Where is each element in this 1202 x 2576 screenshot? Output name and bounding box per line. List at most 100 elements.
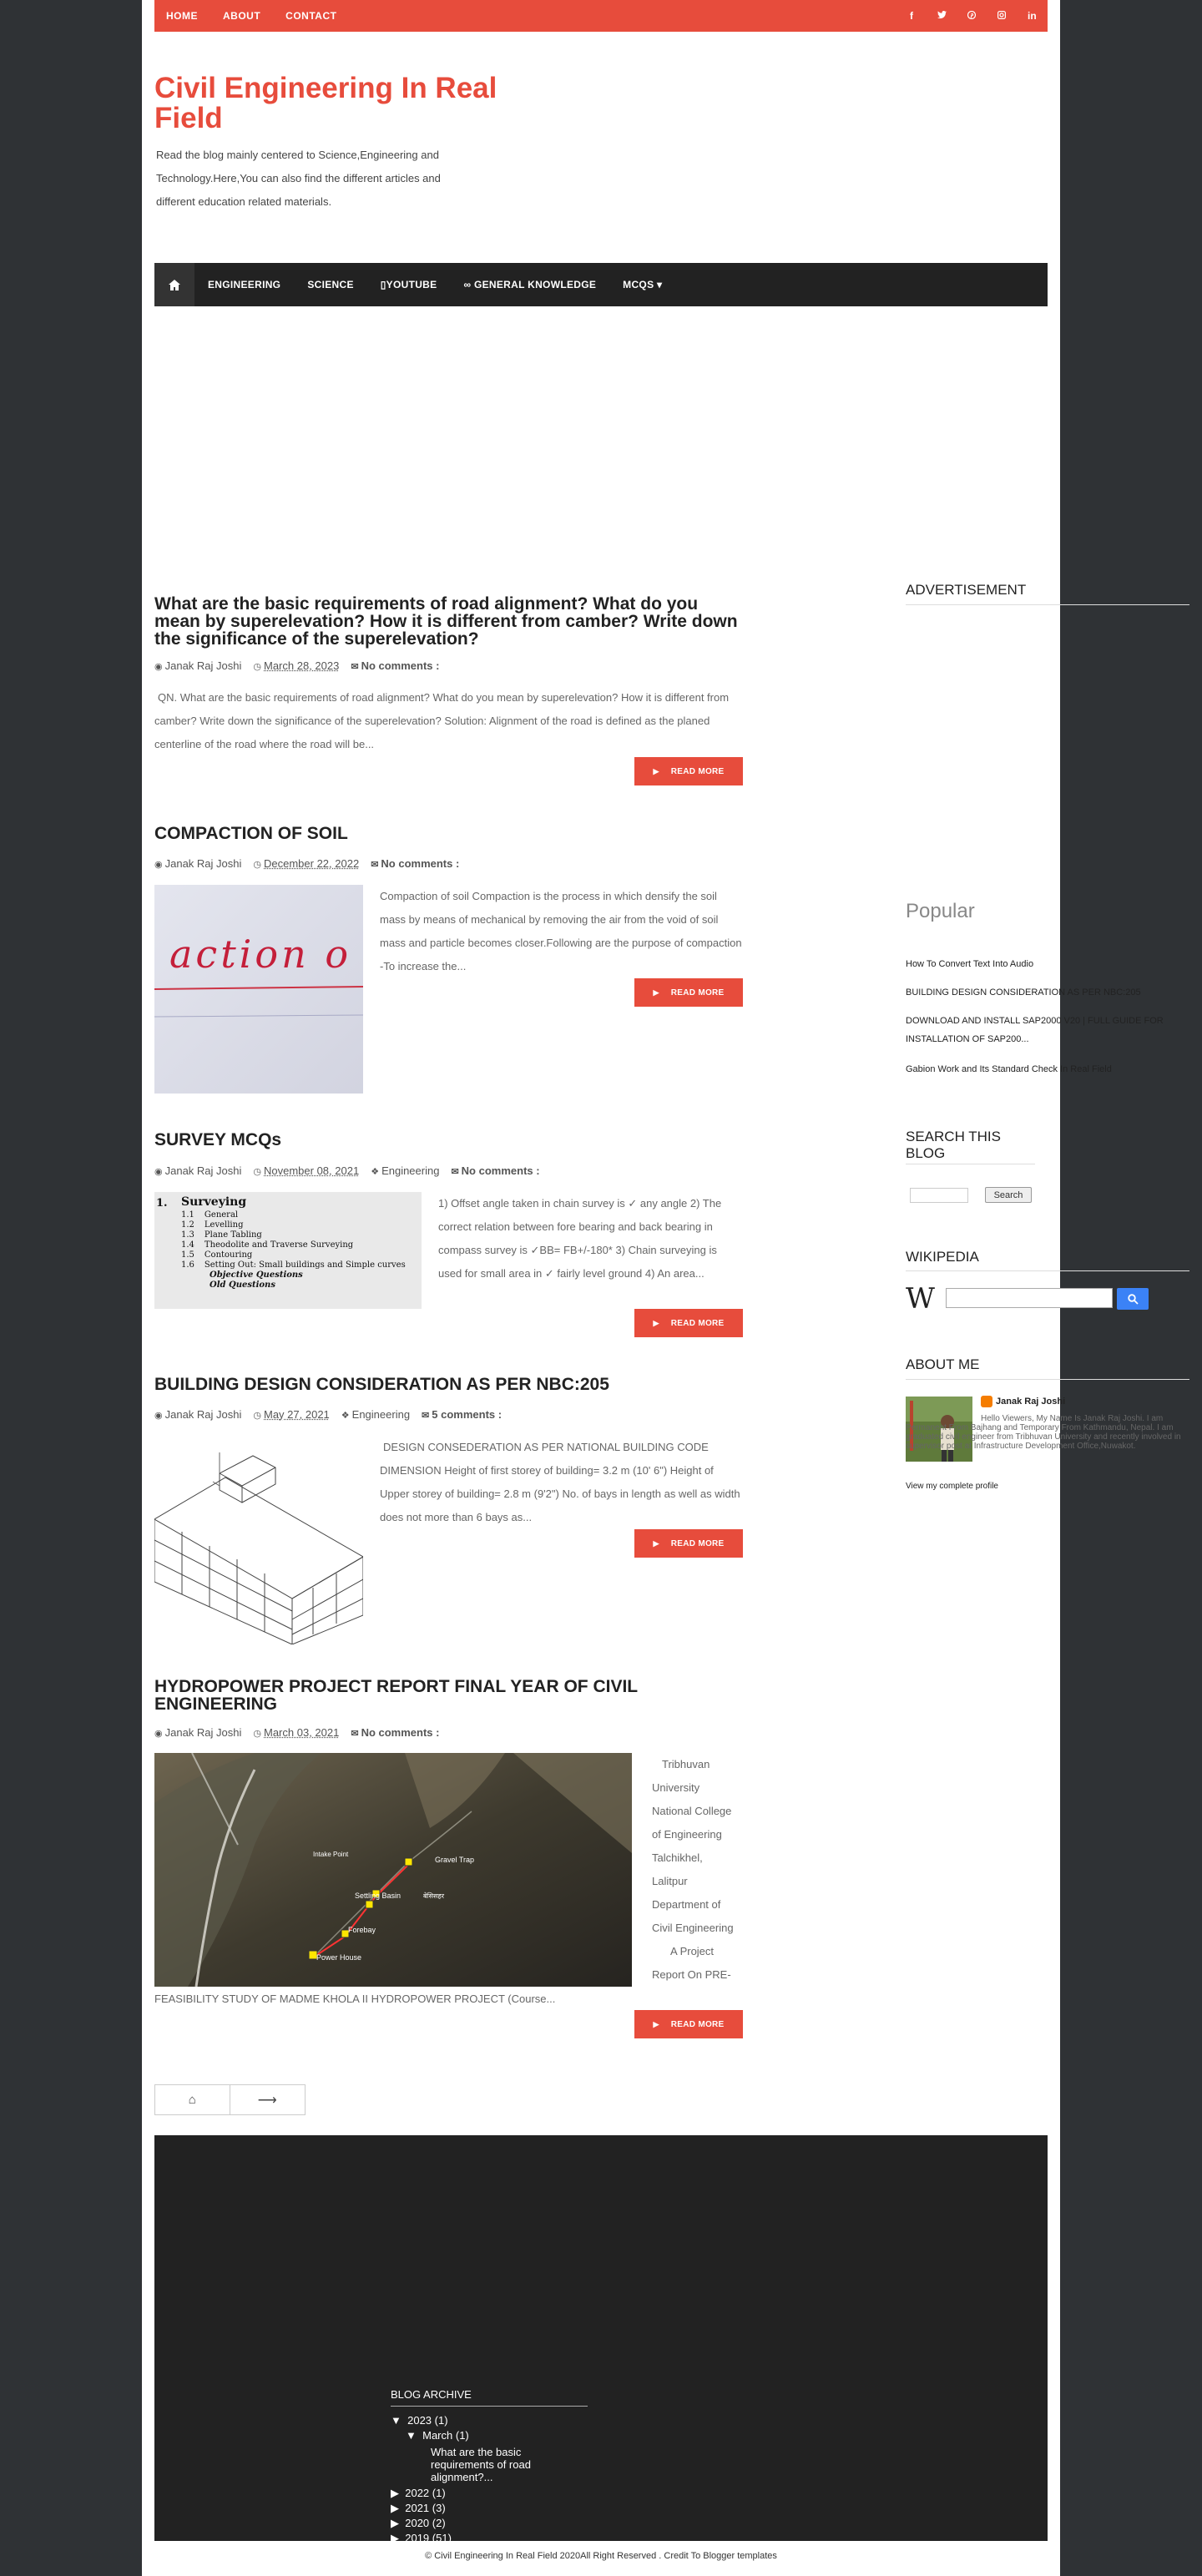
divider bbox=[906, 604, 1189, 605]
play-icon: ▶ bbox=[653, 1538, 659, 1548]
archive-post-link[interactable]: What are the basic requirements of road … bbox=[391, 2446, 558, 2483]
post-date[interactable]: ◷ March 03, 2021 bbox=[253, 1726, 339, 1739]
facebook-icon[interactable]: f bbox=[907, 10, 916, 22]
nav-item-youtube[interactable]: ▯YOUTUBE bbox=[367, 279, 451, 290]
nav-item-general-knowledge[interactable]: ∞ GENERAL KNOWLEDGE bbox=[450, 279, 609, 290]
post-thumbnail[interactable]: action o bbox=[154, 885, 363, 1094]
archive-year[interactable]: ▶ 2021 (3) bbox=[391, 2501, 608, 2516]
collapsed-arrow-icon: ▶ bbox=[391, 2532, 399, 2544]
pager-next-button[interactable]: ⟶ bbox=[230, 2085, 306, 2114]
archive-year[interactable]: ▼ 2023 (1) bbox=[391, 2413, 608, 2428]
collapsed-arrow-icon: ▶ bbox=[391, 2502, 399, 2514]
top-nav: HOME ABOUT CONTACT bbox=[166, 10, 336, 22]
pager-home-button[interactable]: ⌂ bbox=[155, 2085, 230, 2114]
post-excerpt: QN. What are the basic requirements of r… bbox=[154, 691, 730, 750]
search-input[interactable] bbox=[910, 1188, 968, 1203]
user-icon: ◉ bbox=[154, 1729, 163, 1739]
archive-heading: BLOG ARCHIVE bbox=[391, 2388, 472, 2401]
post-title[interactable]: COMPACTION OF SOIL bbox=[154, 825, 743, 842]
about-heading: ABOUT ME bbox=[906, 1356, 980, 1372]
popular-link[interactable]: DOWNLOAD AND INSTALL SAP2000 V20 | FULL … bbox=[906, 1012, 1189, 1048]
wikipedia-search-button[interactable] bbox=[1117, 1288, 1149, 1310]
thumbnail-handwriting: action o bbox=[169, 932, 352, 977]
post-label[interactable]: ❖ Engineering bbox=[341, 1408, 410, 1421]
post-date[interactable]: ◷ May 27, 2021 bbox=[253, 1408, 329, 1421]
nav-item-engineering[interactable]: ENGINEERING bbox=[194, 279, 294, 290]
post-author[interactable]: ◉ Janak Raj Joshi bbox=[154, 857, 241, 870]
post-author[interactable]: ◉ Janak Raj Joshi bbox=[154, 659, 241, 672]
divider bbox=[906, 1379, 1189, 1380]
copyright: © Civil Engineering In Real Field 2020Al… bbox=[425, 2551, 777, 2561]
post-excerpt: 1) Offset angle taken in chain survey is… bbox=[438, 1197, 722, 1280]
post-excerpt: FEASIBILITY STUDY OF MADME KHOLA II HYDR… bbox=[154, 1993, 556, 2005]
wikipedia-logo: W bbox=[906, 1282, 935, 1316]
thumbnail-toc: 1.1 General 1.2 Levelling 1.3 Plane Tabling… bbox=[181, 1210, 406, 1290]
post-thumbnail[interactable]: 1. Surveying 1.1 General 1.2 Levelling 1.3… bbox=[154, 1192, 422, 1309]
post-title[interactable]: What are the basic requirements of road … bbox=[154, 595, 743, 648]
page: HOME ABOUT CONTACT f in Civil Engineerin… bbox=[142, 0, 1189, 2576]
post-date[interactable]: ◷ December 22, 2022 bbox=[253, 857, 359, 870]
post-date[interactable]: ◷ November 08, 2021 bbox=[253, 1164, 359, 1177]
post-author[interactable]: ◉ Janak Raj Joshi bbox=[154, 1164, 241, 1177]
top-nav-home-link[interactable]: HOME bbox=[166, 10, 198, 22]
post-meta: ◉ Janak Raj Joshi ◷ March 28, 2023 ✉ No com… bbox=[154, 659, 439, 672]
twitter-icon[interactable] bbox=[937, 10, 947, 22]
read-more-button[interactable]: ▶ READ MORE bbox=[634, 757, 743, 785]
view-profile-link[interactable]: View my complete profile bbox=[906, 1482, 998, 1491]
wikipedia-search-input[interactable] bbox=[946, 1288, 1113, 1308]
popular-link[interactable]: How To Convert Text Into Audio bbox=[906, 955, 1189, 973]
play-icon: ▶ bbox=[653, 987, 659, 997]
comments-icon: ✉ bbox=[371, 860, 379, 870]
post-excerpt: Compaction of soil Compaction is the pro… bbox=[380, 890, 742, 972]
top-nav-contact-link[interactable]: CONTACT bbox=[285, 10, 336, 22]
linkedin-icon[interactable]: in bbox=[1028, 10, 1037, 22]
advertisement-heading: ADVERTISEMENT bbox=[906, 582, 1027, 598]
post-author[interactable]: ◉ Janak Raj Joshi bbox=[154, 1408, 241, 1421]
play-icon: ▶ bbox=[653, 2019, 659, 2028]
expanded-arrow-icon: ▼ bbox=[391, 2414, 402, 2427]
popular-link[interactable]: BUILDING DESIGN CONSIDERATION AS PER NBC… bbox=[906, 983, 1189, 1002]
post-comments[interactable]: ✉ No comments : bbox=[451, 1164, 539, 1177]
archive-year[interactable]: ▶ 2019 (51) bbox=[391, 2531, 608, 2546]
clock-icon: ◷ bbox=[253, 1167, 261, 1177]
archive-month[interactable]: ▼ March (1) bbox=[391, 2428, 608, 2443]
post-thumbnail[interactable] bbox=[154, 1436, 363, 1644]
blog-title[interactable]: Civil Engineering In Real Field bbox=[154, 73, 505, 134]
search-heading: SEARCH THIS BLOG bbox=[906, 1129, 1001, 1161]
instagram-icon[interactable] bbox=[997, 10, 1007, 22]
popular-link[interactable]: Gabion Work and Its Standard Check In Re… bbox=[906, 1060, 1189, 1078]
clock-icon: ◷ bbox=[253, 662, 261, 672]
read-more-button[interactable]: ▶ READ MORE bbox=[634, 1529, 743, 1558]
post-comments[interactable]: ✉ 5 comments : bbox=[422, 1408, 502, 1421]
search-button[interactable]: Search bbox=[985, 1187, 1032, 1203]
post-title[interactable]: SURVEY MCQs bbox=[154, 1131, 743, 1149]
post-comments[interactable]: ✉ No comments : bbox=[351, 1726, 439, 1739]
post-title[interactable]: HYDROPOWER PROJECT REPORT FINAL YEAR OF … bbox=[154, 1678, 743, 1713]
map-label-village: बेसिसहर bbox=[423, 1892, 444, 1900]
pinterest-icon[interactable] bbox=[967, 10, 977, 22]
nav-item-science[interactable]: SCIENCE bbox=[294, 279, 366, 290]
comments-icon: ✉ bbox=[351, 662, 359, 672]
post-title[interactable]: BUILDING DESIGN CONSIDERATION AS PER NBC… bbox=[154, 1376, 743, 1393]
archive-year[interactable]: ▶ 2022 (1) bbox=[391, 2486, 608, 2501]
post-author[interactable]: ◉ Janak Raj Joshi bbox=[154, 1726, 241, 1739]
about-name[interactable]: Janak Raj Joshi bbox=[981, 1396, 1065, 1407]
archive-year[interactable]: ▶ 2020 (2) bbox=[391, 2516, 608, 2531]
post-comments[interactable]: ✉ No comments : bbox=[351, 659, 439, 672]
post-label[interactable]: ❖ Engineering bbox=[371, 1164, 439, 1177]
read-more-button[interactable]: ▶ READ MORE bbox=[634, 1309, 743, 1337]
top-nav-about-link[interactable]: ABOUT bbox=[223, 10, 260, 22]
footer: BLOG ARCHIVE ▼ 2023 (1) ▼ March (1) What… bbox=[154, 2135, 1048, 2544]
read-more-button[interactable]: ▶ READ MORE bbox=[634, 2010, 743, 2038]
read-more-button[interactable]: ▶ READ MORE bbox=[634, 978, 743, 1007]
user-icon: ◉ bbox=[154, 1411, 163, 1421]
post-date[interactable]: ◷ March 28, 2023 bbox=[253, 659, 339, 672]
home-icon[interactable] bbox=[154, 263, 194, 306]
nav-item-mcqs[interactable]: MCQS ▾ bbox=[609, 279, 675, 290]
post-thumbnail-map[interactable]: Intake Point बेसिसहर Gravel Trap Settlin… bbox=[154, 1753, 632, 1987]
comments-icon: ✉ bbox=[351, 1729, 359, 1739]
user-icon: ◉ bbox=[154, 860, 163, 870]
user-icon: ◉ bbox=[154, 662, 163, 672]
tag-icon: ❖ bbox=[371, 1167, 380, 1177]
post-comments[interactable]: ✉ No comments : bbox=[371, 857, 459, 870]
